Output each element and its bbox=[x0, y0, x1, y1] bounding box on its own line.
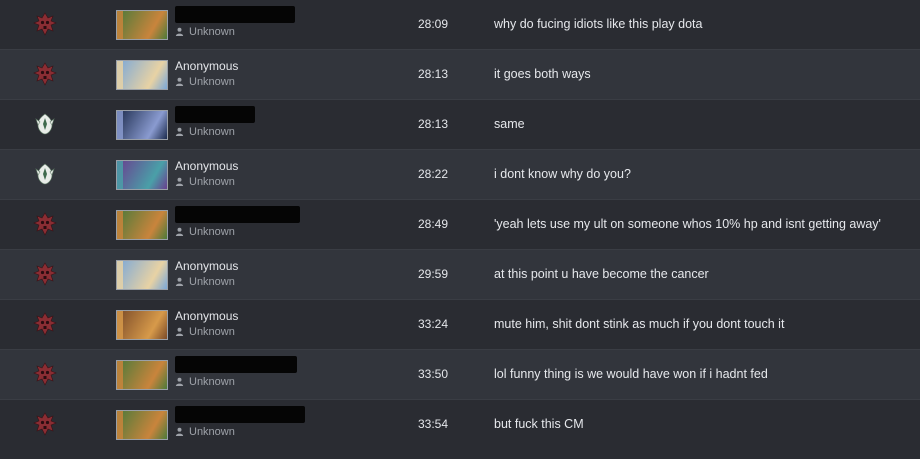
chat-message-row: Unknown 28:09 why do fucing idiots like … bbox=[0, 0, 920, 50]
person-icon bbox=[175, 277, 184, 286]
chat-message-text: why do fucing idiots like this play dota bbox=[494, 17, 703, 31]
hero-portrait[interactable] bbox=[116, 110, 168, 140]
player-name[interactable]: Anonymous bbox=[175, 259, 238, 273]
chat-message-text: it goes both ways bbox=[494, 67, 591, 81]
account-status: Unknown bbox=[175, 325, 235, 339]
chat-message-text: i dont know why do you? bbox=[494, 167, 631, 181]
redacted-player-name bbox=[175, 6, 295, 23]
chat-message-row: Unknown 33:50 lol funny thing is we woul… bbox=[0, 350, 920, 400]
message-timestamp: 28:22 bbox=[418, 167, 449, 181]
player-name[interactable]: Anonymous bbox=[175, 159, 238, 173]
person-icon bbox=[175, 227, 184, 236]
radiant-emblem-icon bbox=[32, 161, 58, 187]
message-timestamp: 33:24 bbox=[418, 317, 449, 331]
person-icon bbox=[175, 377, 184, 386]
redacted-player-name bbox=[175, 356, 297, 373]
hero-portrait[interactable] bbox=[116, 310, 168, 340]
dire-emblem-icon bbox=[32, 311, 58, 337]
hero-portrait[interactable] bbox=[116, 410, 168, 440]
account-status: Unknown bbox=[175, 225, 235, 239]
account-status: Unknown bbox=[175, 75, 235, 89]
account-status-label: Unknown bbox=[189, 326, 235, 338]
message-timestamp: 33:54 bbox=[418, 417, 449, 431]
redacted-player-name bbox=[175, 406, 305, 423]
person-icon bbox=[175, 177, 184, 186]
hero-portrait[interactable] bbox=[116, 210, 168, 240]
account-status-label: Unknown bbox=[189, 426, 235, 438]
chat-message-row: Unknown 28:13 same bbox=[0, 100, 920, 150]
radiant-emblem-icon bbox=[32, 111, 58, 137]
message-timestamp: 28:13 bbox=[418, 117, 449, 131]
account-status: Unknown bbox=[175, 275, 235, 289]
account-status: Unknown bbox=[175, 375, 235, 389]
account-status: Unknown bbox=[175, 25, 235, 39]
chat-message-row: Anonymous Unknown 29:59 at this point u … bbox=[0, 250, 920, 300]
hero-portrait[interactable] bbox=[116, 360, 168, 390]
account-status-label: Unknown bbox=[189, 26, 235, 38]
person-icon bbox=[175, 327, 184, 336]
account-status-label: Unknown bbox=[189, 76, 235, 88]
account-status: Unknown bbox=[175, 175, 235, 189]
hero-portrait[interactable] bbox=[116, 10, 168, 40]
dire-emblem-icon bbox=[32, 211, 58, 237]
person-icon bbox=[175, 427, 184, 436]
hero-portrait[interactable] bbox=[116, 160, 168, 190]
message-timestamp: 29:59 bbox=[418, 267, 449, 281]
player-name[interactable]: Anonymous bbox=[175, 309, 238, 323]
account-status-label: Unknown bbox=[189, 176, 235, 188]
player-name[interactable]: Anonymous bbox=[175, 59, 238, 73]
chat-message-text: same bbox=[494, 117, 525, 131]
dire-emblem-icon bbox=[32, 11, 58, 37]
dire-emblem-icon bbox=[32, 261, 58, 287]
person-icon bbox=[175, 27, 184, 36]
dire-emblem-icon bbox=[32, 61, 58, 87]
chat-message-row: Unknown 28:49 'yeah lets use my ult on s… bbox=[0, 200, 920, 250]
chat-message-row: Anonymous Unknown 28:22 i dont know why … bbox=[0, 150, 920, 200]
account-status: Unknown bbox=[175, 125, 235, 139]
person-icon bbox=[175, 77, 184, 86]
redacted-player-name bbox=[175, 206, 300, 223]
chat-message-row: Anonymous Unknown 33:24 mute him, shit d… bbox=[0, 300, 920, 350]
hero-portrait[interactable] bbox=[116, 60, 168, 90]
chat-message-text: at this point u have become the cancer bbox=[494, 267, 709, 281]
chat-message-text: lol funny thing is we would have won if … bbox=[494, 367, 768, 381]
redacted-player-name bbox=[175, 106, 255, 123]
message-timestamp: 28:49 bbox=[418, 217, 449, 231]
account-status: Unknown bbox=[175, 425, 235, 439]
message-timestamp: 33:50 bbox=[418, 367, 449, 381]
account-status-label: Unknown bbox=[189, 276, 235, 288]
chat-message-text: but fuck this CM bbox=[494, 417, 584, 431]
dire-emblem-icon bbox=[32, 411, 58, 437]
account-status-label: Unknown bbox=[189, 126, 235, 138]
person-icon bbox=[175, 127, 184, 136]
dire-emblem-icon bbox=[32, 361, 58, 387]
chat-message-text: 'yeah lets use my ult on someone whos 10… bbox=[494, 217, 881, 231]
chat-message-row: Anonymous Unknown 28:13 it goes both way… bbox=[0, 50, 920, 100]
chat-message-text: mute him, shit dont stink as much if you… bbox=[494, 317, 785, 331]
chat-log: Unknown 28:09 why do fucing idiots like … bbox=[0, 0, 920, 459]
message-timestamp: 28:13 bbox=[418, 67, 449, 81]
account-status-label: Unknown bbox=[189, 376, 235, 388]
account-status-label: Unknown bbox=[189, 226, 235, 238]
chat-message-row: Unknown 33:54 but fuck this CM bbox=[0, 400, 920, 450]
hero-portrait[interactable] bbox=[116, 260, 168, 290]
message-timestamp: 28:09 bbox=[418, 17, 449, 31]
